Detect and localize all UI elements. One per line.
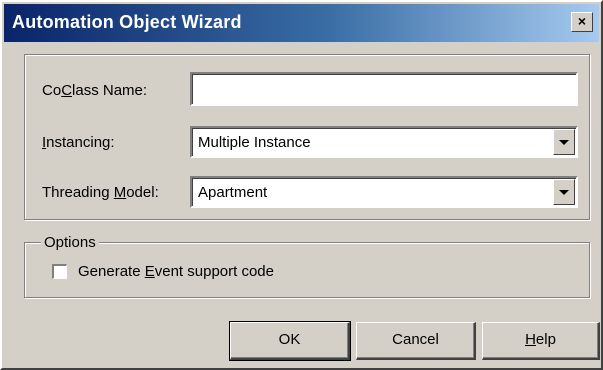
window-title: Automation Object Wizard	[12, 12, 242, 32]
threading-model-label: Threading Model:	[42, 184, 159, 201]
generate-event-support-checkbox[interactable]	[52, 264, 67, 279]
options-group-label: Options	[41, 234, 99, 251]
instancing-label: Instancing:	[42, 134, 115, 151]
instancing-select[interactable]: Multiple Instance	[190, 126, 578, 158]
cancel-button[interactable]: Cancel	[356, 322, 476, 360]
ok-button[interactable]: OK	[229, 321, 351, 361]
coclass-name-input[interactable]	[190, 72, 578, 106]
generate-event-support-label[interactable]: Generate Event support code	[78, 263, 274, 280]
threading-model-select[interactable]: Apartment	[190, 176, 578, 208]
threading-model-value: Apartment	[198, 184, 268, 201]
title-bar[interactable]: Automation Object Wizard ×	[4, 4, 599, 42]
close-button[interactable]: ×	[571, 12, 593, 32]
instancing-dropdown-button[interactable]	[553, 129, 575, 155]
instancing-value: Multiple Instance	[198, 134, 311, 151]
coclass-name-label: CoClass Name:	[42, 82, 148, 99]
close-icon: ×	[577, 13, 587, 29]
threading-model-dropdown-button[interactable]	[553, 179, 575, 205]
automation-object-wizard-dialog: Automation Object Wizard × CoClass Name:…	[0, 0, 603, 370]
help-button[interactable]: Help	[482, 322, 600, 360]
